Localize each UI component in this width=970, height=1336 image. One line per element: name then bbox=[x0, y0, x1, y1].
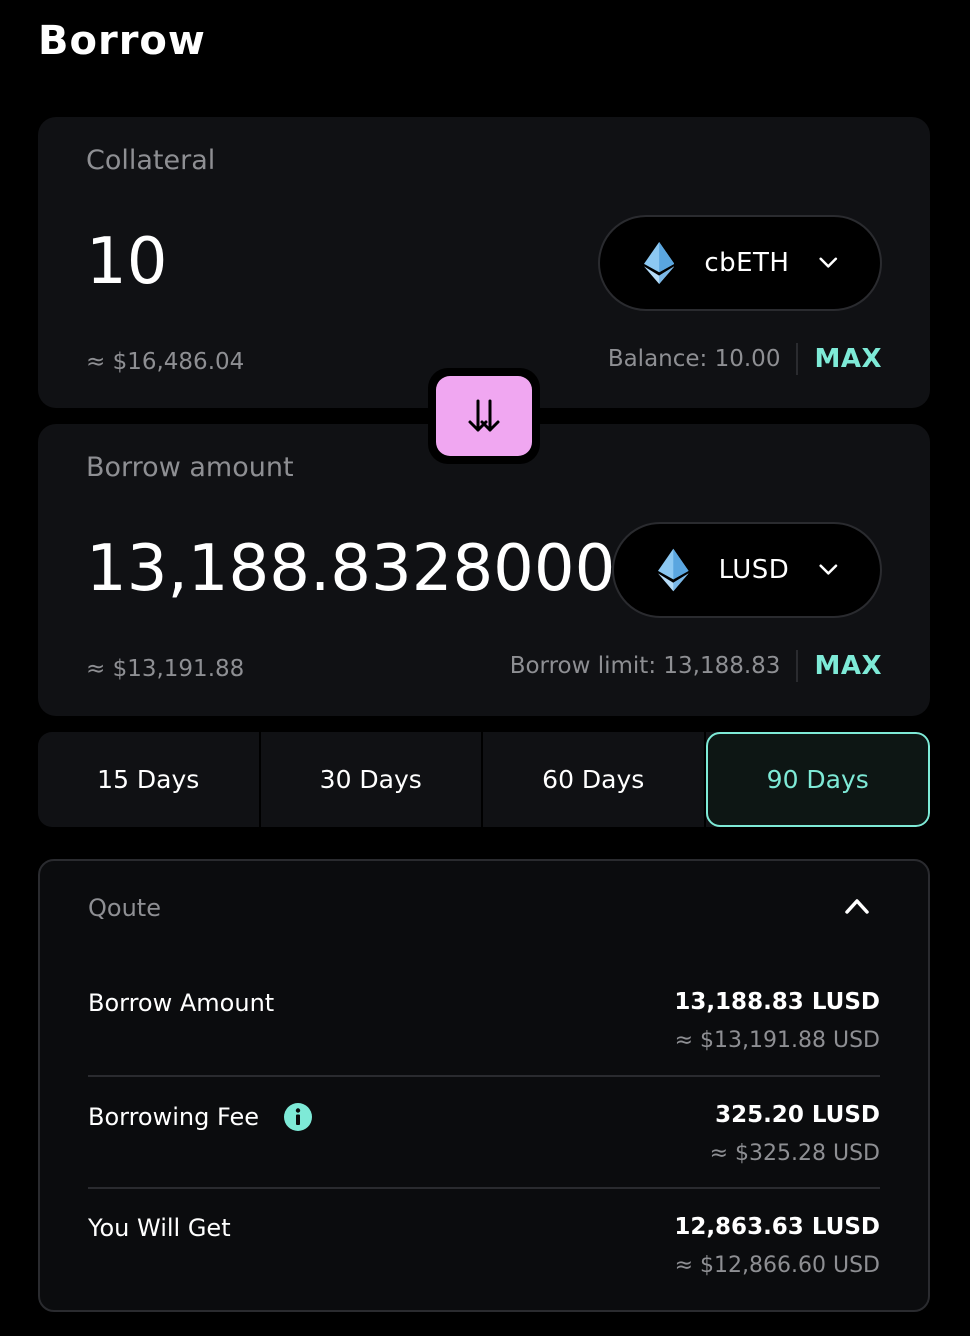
collateral-token-name: cbETH bbox=[704, 248, 790, 278]
divider bbox=[88, 1187, 880, 1189]
quote-title: Qoute bbox=[88, 894, 161, 922]
borrow-card: Borrow amount 13,188.83280000 LUSD ≈ $13… bbox=[38, 424, 930, 716]
collateral-card: Collateral 10 cbETH ≈ $16,486.04 Balance… bbox=[38, 117, 930, 408]
collateral-balance: Balance: 10.00 bbox=[607, 346, 781, 372]
quote-row-borrowing-fee: Borrowing Fee 325.20 LUSD ≈ $325.28 USD bbox=[88, 1102, 880, 1172]
borrow-max-button[interactable]: MAX bbox=[814, 651, 882, 681]
term-option-90-days[interactable]: 90 Days bbox=[705, 732, 930, 827]
ethereum-icon bbox=[658, 548, 689, 592]
term-option-60-days[interactable]: 60 Days bbox=[483, 732, 706, 827]
collateral-max-button[interactable]: MAX bbox=[814, 344, 882, 374]
borrow-usd-value: ≈ $13,191.88 bbox=[86, 656, 245, 682]
term-selector: 15 Days 30 Days 60 Days 90 Days bbox=[38, 732, 930, 827]
quote-label: You Will Get bbox=[88, 1214, 231, 1242]
borrow-token-select[interactable]: LUSD bbox=[612, 522, 882, 618]
collateral-label: Collateral bbox=[86, 145, 216, 176]
quote-value: 325.20 LUSD bbox=[715, 1102, 880, 1128]
quote-row-borrow-amount: Borrow Amount 13,188.83 LUSD ≈ $13,191.8… bbox=[88, 989, 880, 1059]
swap-button-frame bbox=[428, 368, 540, 464]
quote-label-wrap: Borrowing Fee bbox=[88, 1102, 313, 1132]
chevron-up-icon[interactable] bbox=[844, 897, 870, 915]
divider bbox=[796, 343, 799, 375]
collateral-token-select[interactable]: cbETH bbox=[598, 215, 882, 311]
quote-row-you-will-get: You Will Get 12,863.63 LUSD ≈ $12,866.60… bbox=[88, 1214, 880, 1284]
divider bbox=[88, 1075, 880, 1077]
info-icon[interactable] bbox=[283, 1102, 313, 1132]
borrow-label: Borrow amount bbox=[86, 452, 294, 483]
ethereum-icon bbox=[644, 241, 675, 285]
quote-label: Borrow Amount bbox=[88, 989, 275, 1017]
term-option-30-days[interactable]: 30 Days bbox=[261, 732, 483, 827]
collateral-balance-row: Balance: 10.00 MAX bbox=[608, 343, 882, 375]
swap-arrows-icon bbox=[468, 399, 500, 432]
borrow-amount-input[interactable]: 13,188.83280000 bbox=[86, 532, 656, 606]
quote-usd-value: ≈ $13,191.88 USD bbox=[674, 1028, 880, 1053]
swap-button[interactable] bbox=[436, 376, 532, 456]
borrow-limit-row: Borrow limit: 13,188.83 MAX bbox=[510, 650, 882, 682]
quote-label: Borrowing Fee bbox=[88, 1103, 260, 1131]
collateral-amount-input[interactable]: 10 bbox=[86, 225, 167, 299]
page-title: Borrow bbox=[38, 18, 206, 64]
quote-usd-value: ≈ $325.28 USD bbox=[709, 1141, 880, 1166]
term-option-15-days[interactable]: 15 Days bbox=[38, 732, 261, 827]
chevron-down-icon bbox=[819, 257, 838, 268]
quote-usd-value: ≈ $12,866.60 USD bbox=[674, 1253, 880, 1278]
quote-value: 12,863.63 LUSD bbox=[674, 1214, 880, 1240]
divider bbox=[796, 650, 799, 682]
quote-value: 13,188.83 LUSD bbox=[674, 989, 880, 1015]
borrow-limit: Borrow limit: 13,188.83 bbox=[509, 653, 781, 679]
borrow-token-name: LUSD bbox=[718, 555, 790, 585]
chevron-down-icon bbox=[819, 564, 838, 575]
collateral-usd-value: ≈ $16,486.04 bbox=[86, 349, 245, 375]
quote-panel: Qoute Borrow Amount 13,188.83 LUSD ≈ $13… bbox=[38, 859, 930, 1312]
